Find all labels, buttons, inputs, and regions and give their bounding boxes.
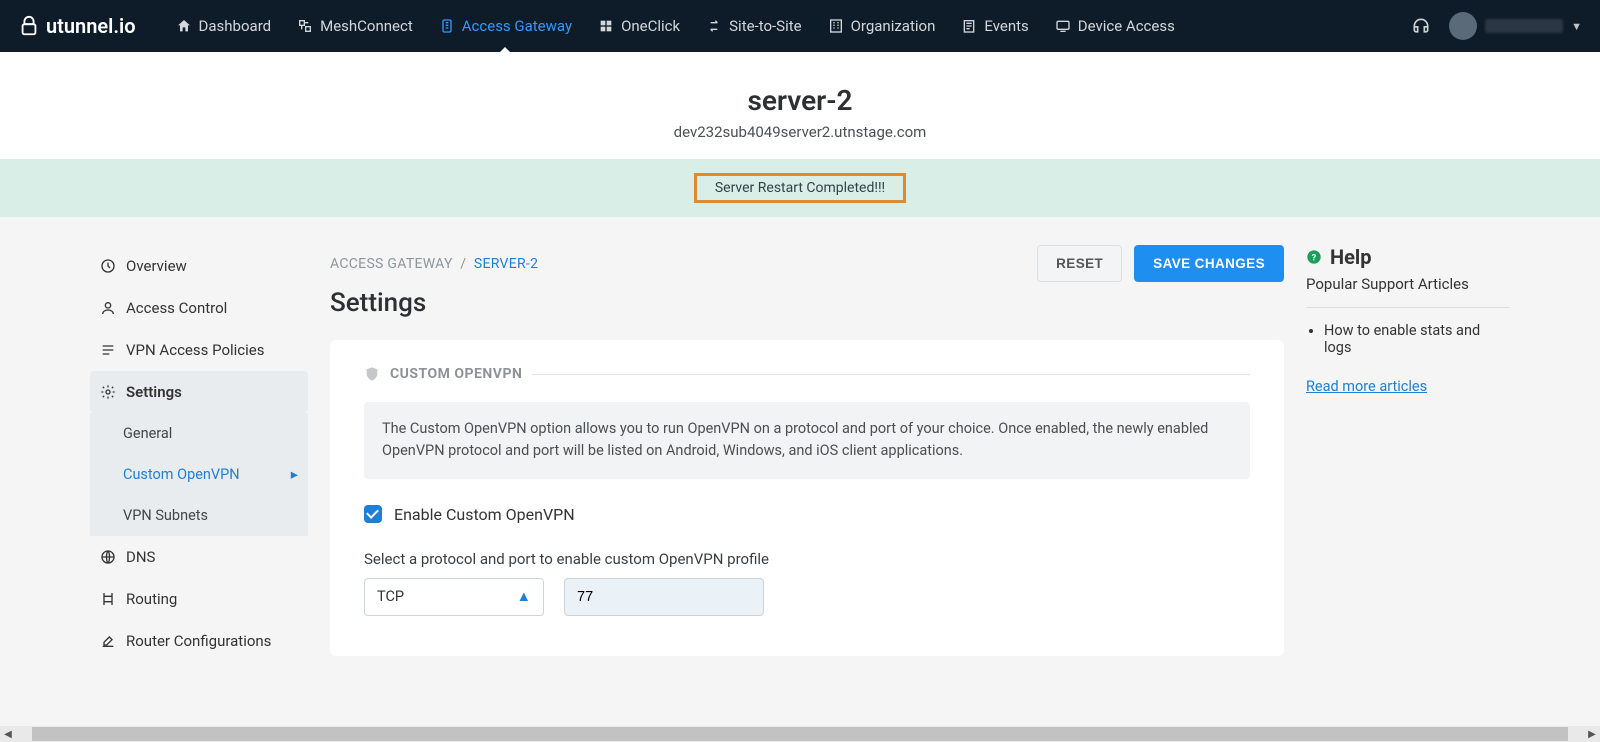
events-icon bbox=[961, 18, 977, 34]
scroll-track[interactable] bbox=[32, 727, 1568, 741]
page-title: Settings bbox=[330, 288, 1284, 318]
oneclick-icon bbox=[598, 18, 614, 34]
sidebar-sub-general[interactable]: General bbox=[93, 413, 308, 454]
avatar bbox=[1449, 12, 1477, 40]
top-nav: utunnel.io Dashboard MeshConnect Access … bbox=[0, 0, 1600, 52]
save-button[interactable]: SAVE CHANGES bbox=[1134, 245, 1284, 282]
nav-events[interactable]: Events bbox=[961, 0, 1028, 52]
help-articles: How to enable stats and logs bbox=[1306, 322, 1510, 356]
policies-icon bbox=[100, 342, 116, 358]
horizontal-scrollbar[interactable]: ◀ ▶ bbox=[0, 726, 1600, 742]
nav-items: Dashboard MeshConnect Access Gateway One… bbox=[176, 0, 1412, 52]
section-divider bbox=[532, 374, 1250, 375]
logo[interactable]: utunnel.io bbox=[18, 14, 136, 38]
protocol-port-label: Select a protocol and port to enable cus… bbox=[364, 550, 1250, 568]
enable-custom-openvpn-checkbox[interactable] bbox=[364, 505, 382, 523]
sidebar-item-routing[interactable]: Routing bbox=[90, 578, 308, 620]
nav-site-to-site[interactable]: Site-to-Site bbox=[706, 0, 801, 52]
home-icon bbox=[176, 18, 192, 34]
help-icon: ? bbox=[1306, 249, 1322, 265]
read-more-link[interactable]: Read more articles bbox=[1306, 378, 1427, 395]
info-box: The Custom OpenVPN option allows you to … bbox=[364, 402, 1250, 479]
alert-bar: Server Restart Completed!!! bbox=[0, 159, 1600, 217]
breadcrumb-root[interactable]: ACCESS GATEWAY bbox=[330, 256, 453, 272]
access-icon bbox=[100, 300, 116, 316]
device-icon bbox=[1055, 18, 1071, 34]
help-panel: ? Help Popular Support Articles How to e… bbox=[1306, 245, 1510, 662]
checkbox-label: Enable Custom OpenVPN bbox=[394, 505, 575, 524]
sidebar-item-vpn-policies[interactable]: VPN Access Policies bbox=[90, 329, 308, 371]
breadcrumb-current[interactable]: SERVER-2 bbox=[474, 256, 538, 272]
nav-meshconnect[interactable]: MeshConnect bbox=[297, 0, 413, 52]
svg-text:?: ? bbox=[1312, 252, 1317, 263]
protocol-value: TCP bbox=[377, 588, 404, 605]
user-name bbox=[1485, 19, 1563, 33]
overview-icon bbox=[100, 258, 116, 274]
help-subtitle: Popular Support Articles bbox=[1306, 275, 1510, 293]
protocol-select[interactable]: TCP ▲ bbox=[364, 578, 544, 616]
org-icon bbox=[828, 18, 844, 34]
server-subtitle: dev232sub4049server2.utnstage.com bbox=[0, 123, 1600, 141]
sidebar-item-settings[interactable]: Settings bbox=[90, 371, 308, 413]
help-title: ? Help bbox=[1306, 245, 1510, 269]
chevron-down-icon: ▼ bbox=[1571, 20, 1582, 33]
reset-button[interactable]: RESET bbox=[1037, 245, 1122, 282]
nav-access-gateway[interactable]: Access Gateway bbox=[439, 0, 572, 52]
logo-icon bbox=[18, 15, 40, 37]
port-input[interactable] bbox=[564, 578, 764, 616]
help-divider bbox=[1306, 307, 1510, 308]
user-menu[interactable]: ▼ bbox=[1449, 12, 1582, 40]
scroll-left-icon[interactable]: ◀ bbox=[0, 729, 16, 740]
section-title: CUSTOM OPENVPN bbox=[390, 366, 522, 382]
nav-organization[interactable]: Organization bbox=[828, 0, 936, 52]
nav-dashboard[interactable]: Dashboard bbox=[176, 0, 272, 52]
mesh-icon bbox=[297, 18, 313, 34]
breadcrumb: ACCESS GATEWAY / SERVER-2 bbox=[330, 256, 538, 272]
alert-message: Server Restart Completed!!! bbox=[694, 173, 906, 203]
sidebar-sub-custom-openvpn[interactable]: Custom OpenVPN ▸ bbox=[93, 454, 308, 495]
brand-text: utunnel.io bbox=[46, 14, 136, 38]
routing-icon bbox=[100, 591, 116, 607]
settings-submenu: General Custom OpenVPN ▸ VPN Subnets bbox=[90, 413, 308, 536]
support-icon[interactable] bbox=[1411, 16, 1431, 36]
sidebar-item-router-config[interactable]: Router Configurations bbox=[90, 620, 308, 662]
sidebar-sub-vpn-subnets[interactable]: VPN Subnets bbox=[93, 495, 308, 536]
shield-icon bbox=[364, 366, 380, 382]
main: ACCESS GATEWAY / SERVER-2 RESET SAVE CHA… bbox=[330, 245, 1284, 662]
scroll-right-icon[interactable]: ▶ bbox=[1584, 729, 1600, 740]
nav-right: ▼ bbox=[1411, 12, 1582, 40]
sidebar-item-overview[interactable]: Overview bbox=[90, 245, 308, 287]
router-icon bbox=[100, 633, 116, 649]
server-title: server-2 bbox=[0, 84, 1600, 117]
chevron-right-icon: ▸ bbox=[291, 466, 298, 483]
settings-card: CUSTOM OPENVPN The Custom OpenVPN option… bbox=[330, 340, 1284, 656]
nav-device-access[interactable]: Device Access bbox=[1055, 0, 1175, 52]
page-header: server-2 dev232sub4049server2.utnstage.c… bbox=[0, 52, 1600, 159]
sidebar: Overview Access Control VPN Access Polic… bbox=[90, 245, 308, 662]
sidebar-item-access-control[interactable]: Access Control bbox=[90, 287, 308, 329]
sidebar-item-dns[interactable]: DNS bbox=[90, 536, 308, 578]
gateway-icon bbox=[439, 18, 455, 34]
s2s-icon bbox=[706, 18, 722, 34]
nav-oneclick[interactable]: OneClick bbox=[598, 0, 680, 52]
gear-icon bbox=[100, 384, 116, 400]
chevron-up-icon: ▲ bbox=[517, 588, 531, 605]
help-article[interactable]: How to enable stats and logs bbox=[1324, 322, 1510, 356]
dns-icon bbox=[100, 549, 116, 565]
